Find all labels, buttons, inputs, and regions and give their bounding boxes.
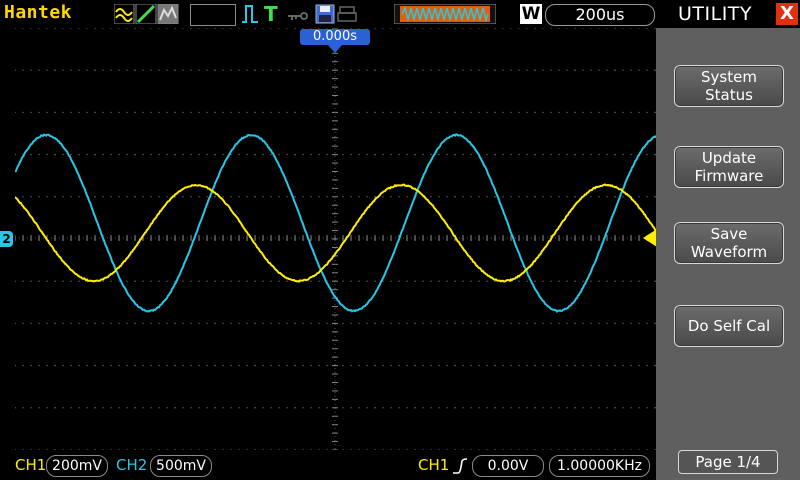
- timebase-mode-badge: W: [520, 4, 542, 24]
- button-label-line2: Firmware: [675, 167, 783, 185]
- graticule-grid: [15, 28, 656, 450]
- system-status-button[interactable]: System Status: [674, 65, 784, 107]
- print-icon: [338, 7, 356, 21]
- page-indicator-button[interactable]: Page 1/4: [678, 450, 778, 474]
- timebase-readout[interactable]: 200us: [545, 4, 655, 26]
- menu-title: UTILITY: [678, 3, 752, 25]
- bottom-status-bar: CH1 200mV CH2 500mV CH1 0.00V 1.00000KHz: [0, 452, 656, 480]
- trigger-level-marker-icon[interactable]: [643, 229, 657, 247]
- waveform-canvas: [15, 28, 656, 450]
- button-label-line1: Save: [675, 225, 783, 243]
- close-menu-button[interactable]: X: [776, 3, 798, 25]
- acquire-mode-icons: [114, 4, 190, 24]
- trigger-channel-label: CH1: [418, 456, 449, 474]
- button-label-line1: Update: [675, 149, 783, 167]
- top-status-bar: Hantek T W 200us: [0, 0, 656, 28]
- menu-title-bar: UTILITY X: [656, 0, 800, 28]
- rising-edge-icon: [452, 457, 468, 475]
- button-label-line1: System: [675, 68, 783, 86]
- brand-logo: Hantek: [4, 2, 72, 23]
- ch2-scale-readout[interactable]: 500mV: [150, 455, 212, 477]
- status-icons: T: [240, 4, 390, 24]
- ch2-ground-marker[interactable]: 2: [0, 231, 13, 247]
- utility-menu-panel: UTILITY X System Status Update Firmware …: [656, 0, 800, 480]
- ch1-scale-readout[interactable]: 200mV: [46, 455, 108, 477]
- trigger-position-arrow-icon: [328, 45, 342, 53]
- empty-status-box: [190, 4, 236, 26]
- button-label-line2: Status: [675, 86, 783, 104]
- button-label-line2: Waveform: [675, 243, 783, 261]
- trigger-position-label: 0.000s: [313, 29, 357, 44]
- key-icon: [288, 16, 302, 20]
- trigger-edge-icon: [242, 6, 258, 22]
- trigger-position-marker[interactable]: 0.000s: [300, 29, 370, 45]
- button-label-line1: Do Self Cal: [675, 317, 783, 335]
- ch2-marker-label: 2: [2, 232, 10, 246]
- do-self-cal-button[interactable]: Do Self Cal: [674, 305, 784, 347]
- frequency-readout: 1.00000KHz: [549, 455, 650, 477]
- save-disk-icon: [316, 5, 334, 23]
- trigger-level-readout[interactable]: 0.00V: [472, 455, 544, 477]
- waveform-display[interactable]: [15, 28, 656, 450]
- update-firmware-button[interactable]: Update Firmware: [674, 146, 784, 188]
- memory-waveform-icon: [394, 4, 496, 24]
- ch1-waveform-trace: [15, 185, 656, 282]
- ch1-label: CH1: [15, 456, 46, 474]
- save-waveform-button[interactable]: Save Waveform: [674, 222, 784, 264]
- ch2-label: CH2: [116, 456, 147, 474]
- trigger-t-icon: T: [264, 4, 278, 24]
